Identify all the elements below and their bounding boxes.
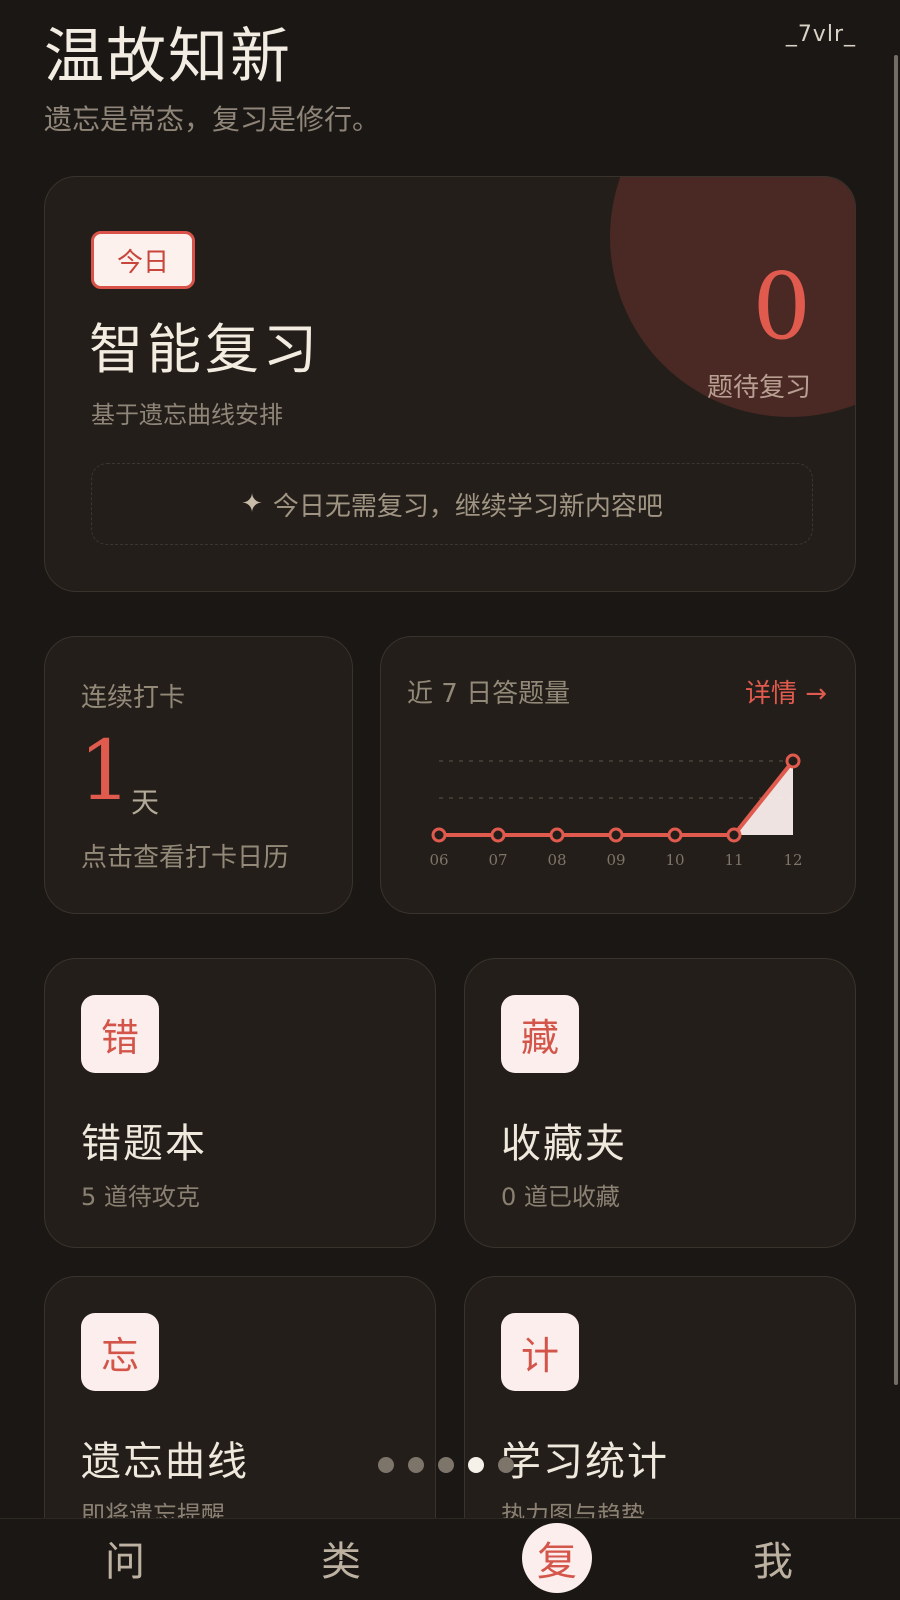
- page-dot[interactable]: [468, 1457, 484, 1473]
- page-subtitle: 遗忘是常态，复习是修行。: [44, 103, 381, 136]
- streak-hint: 点击查看打卡日历: [81, 843, 290, 873]
- page-dot[interactable]: [438, 1457, 454, 1473]
- chart-tick-label: 08: [547, 851, 566, 869]
- streak-label: 连续打卡: [81, 683, 186, 713]
- pending-label: 题待复习: [706, 373, 811, 403]
- feature-subtitle: 5 道待攻克: [81, 1183, 200, 1211]
- feature-title: 收藏夹: [501, 1121, 627, 1167]
- pending-count: 0: [752, 253, 811, 360]
- chart-tick-label: 10: [665, 851, 684, 869]
- favorites-card[interactable]: 藏 收藏夹 0 道已收藏: [464, 958, 856, 1248]
- feature-title: 错题本: [81, 1121, 207, 1167]
- feature-title: 学习统计: [501, 1439, 669, 1485]
- wrong-questions-card[interactable]: 错 错题本 5 道待攻克: [44, 958, 436, 1248]
- nav-tab-review[interactable]: 复: [512, 1523, 602, 1600]
- bottom-nav: 问 类 复 我: [0, 1518, 900, 1600]
- page-dot[interactable]: [498, 1457, 514, 1473]
- page-indicator[interactable]: [378, 1457, 514, 1473]
- smart-review-card[interactable]: 今日 智能复习 基于遗忘曲线安排 0 题待复习 ✦ 今日无需复习，继续学习新内容…: [44, 176, 856, 592]
- nav-tab-profile[interactable]: 我: [728, 1529, 818, 1600]
- review-title: 智能复习: [89, 318, 321, 381]
- user-tag[interactable]: _7vlr_: [786, 22, 856, 47]
- review-hint-text: 今日无需复习，继续学习新内容吧: [272, 491, 663, 522]
- scrollbar[interactable]: [894, 55, 898, 1385]
- today-badge: 今日: [91, 231, 195, 289]
- streak-count: 1: [79, 724, 132, 819]
- weekly-chart-card[interactable]: 近 7 日答题量 详情 → 06 07 08 09 10 11 12: [380, 636, 856, 914]
- nav-tab-label: 问: [105, 1539, 145, 1585]
- chart-tick-label: 07: [488, 851, 507, 869]
- chart-point: [785, 753, 801, 769]
- chart-tick-label: 06: [429, 851, 448, 869]
- review-subtitle: 基于遗忘曲线安排: [91, 401, 283, 429]
- chart-point: [431, 827, 447, 843]
- nav-tab-label: 复: [522, 1523, 592, 1593]
- chart-point: [490, 827, 506, 843]
- streak-card[interactable]: 连续打卡 1 天 点击查看打卡日历: [44, 636, 353, 914]
- chart-tick-label: 09: [606, 851, 625, 869]
- nav-tab-label: 我: [753, 1539, 793, 1585]
- wrong-questions-icon: 错: [81, 995, 159, 1073]
- feature-title: 遗忘曲线: [81, 1439, 249, 1485]
- feature-subtitle: 0 道已收藏: [501, 1183, 620, 1211]
- review-hint: ✦ 今日无需复习，继续学习新内容吧: [91, 463, 813, 545]
- forgetting-curve-icon: 忘: [81, 1313, 159, 1391]
- chart-point: [549, 827, 565, 843]
- chart-point: [726, 827, 742, 843]
- chart-point: [608, 827, 624, 843]
- chart-tick-label: 12: [783, 851, 802, 869]
- nav-tab-questions[interactable]: 问: [80, 1529, 170, 1600]
- favorites-icon: 藏: [501, 995, 579, 1073]
- page-title: 温故知新: [44, 22, 292, 92]
- nav-tab-categories[interactable]: 类: [296, 1529, 386, 1600]
- page-dot[interactable]: [378, 1457, 394, 1473]
- sparkle-icon: ✦: [241, 489, 263, 519]
- study-stats-icon: 计: [501, 1313, 579, 1391]
- chart-tick-label: 11: [724, 851, 743, 869]
- page-dot[interactable]: [408, 1457, 424, 1473]
- chart-point: [667, 827, 683, 843]
- streak-unit: 天: [131, 786, 160, 819]
- weekly-chart: 06 07 08 09 10 11 12: [429, 753, 803, 869]
- nav-tab-label: 类: [321, 1539, 361, 1585]
